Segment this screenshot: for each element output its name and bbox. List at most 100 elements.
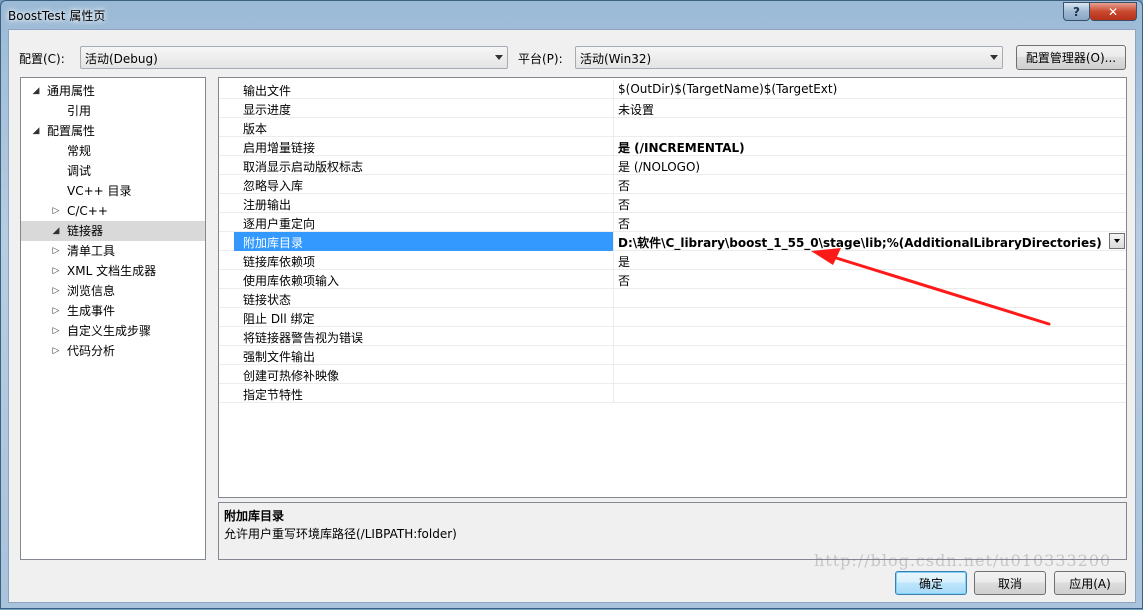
property-row[interactable]: 取消显示启动版权标志 是 (/NOLOGO): [219, 156, 1126, 175]
property-name: 版本: [243, 122, 268, 136]
category-tree[interactable]: ◢ 通用属性 引用 ◢ 配置属性 常规 调试 VC++ 目录 ▷ C/C++ ◢ 链接器 ▷ 清单工具 ▷ X…: [20, 77, 206, 560]
expand-icon[interactable]: ▷: [51, 241, 61, 261]
tree-item-label: 通用属性: [47, 84, 96, 98]
tree-item-label: 配置属性: [47, 124, 96, 138]
property-row[interactable]: 忽略导入库 否: [219, 175, 1126, 194]
property-name: 取消显示启动版权标志: [243, 160, 364, 174]
tree-item[interactable]: 常规: [21, 141, 205, 161]
property-value[interactable]: D:\软件\C_library\boost_1_55_0\stage\lib;%…: [618, 234, 1102, 251]
tree-item[interactable]: ▷ XML 文档生成器: [21, 261, 205, 281]
property-name: 链接状态: [243, 293, 292, 307]
property-name: 强制文件输出: [243, 350, 316, 364]
column-separator: [613, 365, 614, 384]
tree-item[interactable]: ◢ 链接器: [21, 221, 205, 241]
property-row[interactable]: 显示进度 未设置: [219, 99, 1126, 118]
ok-button[interactable]: 确定: [895, 571, 967, 595]
platform-value: 活动(Win32): [580, 52, 652, 66]
column-separator: [613, 270, 614, 289]
chevron-down-icon: [1114, 239, 1120, 243]
column-separator: [613, 80, 614, 99]
tree-item[interactable]: ▷ 清单工具: [21, 241, 205, 261]
collapse-icon[interactable]: ◢: [51, 221, 61, 241]
tree-item[interactable]: ◢ 通用属性: [21, 81, 205, 101]
close-icon: ✕: [1107, 4, 1119, 19]
expand-icon[interactable]: ▷: [51, 321, 61, 341]
cancel-button[interactable]: 取消: [974, 571, 1046, 595]
watermark-text: http://blog.csdn.net/u010333200: [814, 551, 1112, 570]
tree-item-label: 生成事件: [67, 304, 116, 318]
property-row[interactable]: 强制文件输出: [219, 346, 1126, 365]
tree-item[interactable]: ◢ 配置属性: [21, 121, 205, 141]
tree-item[interactable]: ▷ C/C++: [21, 201, 205, 221]
expand-icon[interactable]: ▷: [51, 201, 61, 221]
expand-icon[interactable]: ▷: [51, 261, 61, 281]
tree-item[interactable]: VC++ 目录: [21, 181, 205, 201]
tree-item-label: 代码分析: [67, 344, 116, 358]
tree-item[interactable]: ▷ 生成事件: [21, 301, 205, 321]
collapse-icon[interactable]: ◢: [31, 121, 41, 141]
property-name: 将链接器警告视为错误: [243, 331, 364, 345]
config-label: 配置(C):: [19, 52, 65, 66]
tree-item-label: 引用: [67, 104, 92, 118]
property-row[interactable]: 阻止 Dll 绑定: [219, 308, 1126, 327]
config-dropdown[interactable]: 活动(Debug): [80, 46, 508, 69]
column-separator: [613, 251, 614, 270]
tree-item-label: 常规: [67, 144, 92, 158]
config-value: 活动(Debug): [85, 52, 158, 66]
description-body: 允许用户重写环境库路径(/LIBPATH:folder): [224, 527, 457, 541]
property-value: 是 (/INCREMENTAL): [618, 141, 745, 155]
expand-icon[interactable]: ▷: [51, 281, 61, 301]
tree-item-label: 链接器: [67, 224, 104, 238]
property-name: 启用增量链接: [243, 141, 316, 155]
collapse-icon[interactable]: ◢: [31, 81, 41, 101]
tree-item[interactable]: ▷ 代码分析: [21, 341, 205, 361]
window-title: BoostTest 属性页: [8, 9, 106, 23]
column-separator: [613, 384, 614, 403]
property-row[interactable]: 链接库依赖项 是: [219, 251, 1126, 270]
platform-dropdown[interactable]: 活动(Win32): [575, 46, 1003, 69]
expand-icon[interactable]: ▷: [51, 341, 61, 361]
property-row[interactable]: 附加库目录 D:\软件\C_library\boost_1_55_0\stage\…: [219, 232, 1126, 251]
tree-item-label: 清单工具: [67, 244, 116, 258]
column-separator: [613, 213, 614, 232]
close-button[interactable]: ✕: [1090, 2, 1137, 21]
tree-item[interactable]: 调试: [21, 161, 205, 181]
property-value: 是 (/NOLOGO): [618, 160, 701, 174]
tree-item-label: 浏览信息: [67, 284, 116, 298]
expand-icon[interactable]: ▷: [51, 301, 61, 321]
apply-button[interactable]: 应用(A): [1054, 571, 1126, 595]
property-row[interactable]: 将链接器警告视为错误: [219, 327, 1126, 346]
tree-item-label: 自定义生成步骤: [67, 324, 152, 338]
title-bar[interactable]: BoostTest 属性页 ? ✕: [1, 1, 1142, 29]
help-button[interactable]: ?: [1063, 2, 1090, 21]
property-value: 否: [618, 217, 631, 231]
tree-item[interactable]: 引用: [21, 101, 205, 121]
property-value: 是: [618, 255, 631, 269]
property-row[interactable]: 使用库依赖项输入 否: [219, 270, 1126, 289]
value-dropdown-button[interactable]: [1109, 233, 1125, 249]
property-row[interactable]: 注册输出 否: [219, 194, 1126, 213]
property-row[interactable]: 版本: [219, 118, 1126, 137]
property-row[interactable]: 链接状态: [219, 289, 1126, 308]
column-separator: [613, 99, 614, 118]
tree-item[interactable]: ▷ 浏览信息: [21, 281, 205, 301]
chevron-down-icon: [990, 55, 998, 60]
tree-item-label: XML 文档生成器: [67, 264, 157, 278]
property-name: 使用库依赖项输入: [243, 274, 340, 288]
config-manager-button[interactable]: 配置管理器(O)...: [1016, 45, 1126, 70]
tree-item-label: C/C++: [67, 204, 108, 218]
property-value: 否: [618, 179, 631, 193]
property-grid[interactable]: 输出文件 $(OutDir)$(TargetName)$(TargetExt) 显示…: [218, 77, 1127, 498]
tree-item-label: 调试: [67, 164, 92, 178]
tree-item[interactable]: ▷ 自定义生成步骤: [21, 321, 205, 341]
property-row[interactable]: 指定节特性: [219, 384, 1126, 403]
property-name: 创建可热修补映像: [243, 369, 340, 383]
column-separator: [613, 175, 614, 194]
column-separator: [613, 289, 614, 308]
property-value: 否: [618, 198, 631, 212]
property-name: 指定节特性: [243, 388, 304, 402]
property-row[interactable]: 逐用户重定向 否: [219, 213, 1126, 232]
property-row[interactable]: 创建可热修补映像: [219, 365, 1126, 384]
property-row[interactable]: 启用增量链接 是 (/INCREMENTAL): [219, 137, 1126, 156]
property-row[interactable]: 输出文件 $(OutDir)$(TargetName)$(TargetExt): [219, 80, 1126, 99]
